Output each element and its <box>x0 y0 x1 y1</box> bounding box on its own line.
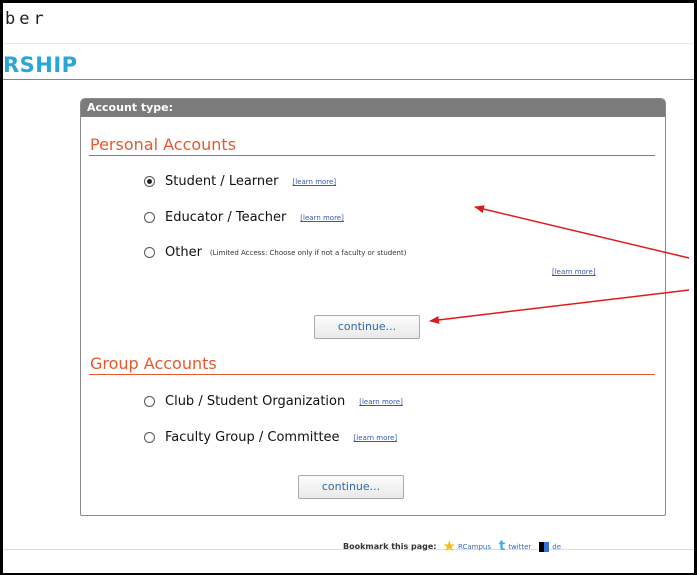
arrow-to-continue <box>429 289 690 324</box>
page-frame: ber RSHIP Account type: Personal Account… <box>3 3 694 573</box>
annotation-arrows <box>429 205 690 324</box>
arrow-to-learn-more <box>474 205 690 259</box>
